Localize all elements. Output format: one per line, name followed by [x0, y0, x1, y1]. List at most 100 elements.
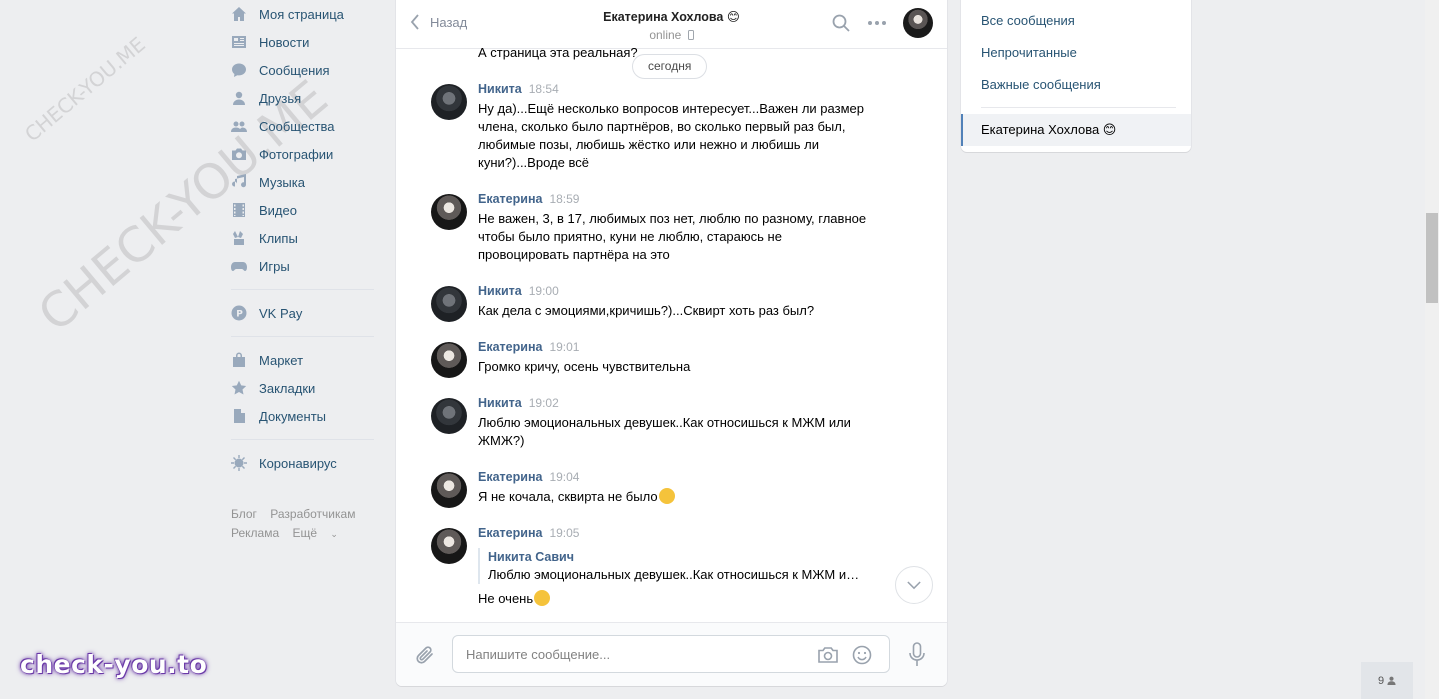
avatar[interactable] [431, 472, 467, 508]
nav-label: Музыка [259, 174, 305, 190]
avatar[interactable] [431, 286, 467, 322]
message-author[interactable]: Екатерина [478, 340, 542, 354]
filter-important[interactable]: Важные сообщения [961, 69, 1191, 101]
footer-link-blog[interactable]: Блог [231, 507, 257, 521]
message-text: Люблю эмоциональных девушек..Как относиш… [478, 415, 851, 448]
avatar[interactable] [431, 398, 467, 434]
avatar[interactable] [431, 342, 467, 378]
message-input[interactable] [453, 636, 793, 672]
message-item[interactable]: Екатерина 18:59 Не важен, 3, в 17, любимы… [396, 192, 868, 264]
message-time: 18:54 [528, 82, 559, 96]
relieved-emoji-icon [658, 488, 675, 504]
nav-item-vkpay[interactable]: P VK Pay [228, 299, 378, 327]
nav-label: Новости [259, 34, 310, 50]
more-icon[interactable] [867, 13, 887, 33]
message-item[interactable]: Никита 19:02 Люблю эмоциональных девушек.… [396, 396, 868, 450]
message-text: Я не кочала, сквирта не было [478, 488, 868, 506]
avatar[interactable] [431, 84, 467, 120]
nav-item-news[interactable]: Новости [228, 28, 378, 56]
left-navigation: Моя страница Новости Сообщения Друзья Со… [228, 0, 378, 544]
camera-icon[interactable] [817, 645, 839, 665]
watermark-small: CHECK-YOU.ME [20, 32, 150, 147]
panel-divider [981, 107, 1176, 108]
message-author[interactable]: Никита [478, 82, 522, 96]
message-author[interactable]: Екатерина [478, 470, 542, 484]
counter-value: 9 [1377, 674, 1385, 687]
footer-link-developers[interactable]: Разработчикам [270, 507, 355, 521]
smile-icon[interactable] [851, 645, 873, 665]
scrollbar-thumb[interactable] [1426, 213, 1438, 303]
message-time: 19:04 [549, 470, 580, 484]
filter-all-messages[interactable]: Все сообщения [961, 5, 1191, 37]
message-author[interactable]: Екатерина [478, 192, 542, 206]
microphone-icon[interactable] [907, 641, 927, 669]
virus-icon [231, 455, 247, 471]
nav-item-communities[interactable]: Сообщества [228, 112, 378, 140]
peer-status-text: online [649, 28, 682, 42]
message-item[interactable]: Никита 18:54 Ну да)...Ещё несколько вопро… [396, 82, 868, 172]
mobile-icon [687, 30, 694, 40]
nav-item-music[interactable]: Музыка [228, 168, 378, 196]
message-time: 19:00 [528, 284, 559, 298]
chat-header: Назад Екатерина Хохлова 😊 online [396, 0, 947, 49]
message-time: 19:02 [528, 396, 559, 410]
header-actions [815, 8, 933, 38]
filter-unread[interactable]: Непрочитанные [961, 37, 1191, 69]
nav-label: Маркет [259, 352, 304, 368]
nav-item-documents[interactable]: Документы [228, 402, 378, 430]
nav-item-video[interactable]: Видео [228, 196, 378, 224]
online-friends-counter[interactable]: 9 [1361, 662, 1413, 699]
nav-divider [231, 289, 374, 290]
nav-item-my-page[interactable]: Моя страница [228, 0, 378, 28]
avatar[interactable] [431, 194, 467, 230]
music-icon [231, 174, 247, 190]
message-input-box [452, 635, 890, 673]
nav-divider [231, 336, 374, 337]
chat-window: Назад Екатерина Хохлова 😊 online А стран… [396, 0, 947, 686]
nav-item-bookmarks[interactable]: Закладки [228, 374, 378, 402]
forwarded-message[interactable]: Никита Савич Люблю эмоциональных девушек… [478, 548, 863, 584]
date-separator: сегодня [632, 54, 708, 79]
home-icon [231, 6, 247, 22]
nav-label: Коронавирус [259, 455, 337, 471]
paperclip-icon[interactable] [414, 643, 436, 667]
nav-item-clips[interactable]: Клипы [228, 224, 378, 252]
nav-item-messages[interactable]: Сообщения [228, 56, 378, 84]
person-icon [1387, 676, 1396, 685]
message-item[interactable]: Екатерина 19:01 Громко кричу, осень чувст… [396, 340, 868, 378]
message-text-partial: А страница эта реальная? [478, 45, 638, 60]
peer-avatar[interactable] [903, 8, 933, 38]
communities-icon [231, 118, 247, 134]
footer-link-more[interactable]: Ещё ⌄ [292, 526, 347, 540]
message-text: Ну да)...Ещё несколько вопросов интересу… [478, 101, 864, 170]
nav-label: Видео [259, 202, 297, 218]
active-conversation[interactable]: Екатерина Хохлова 😊 [961, 114, 1191, 146]
footer-link-ads[interactable]: Реклама [231, 526, 279, 540]
message-author[interactable]: Никита [478, 396, 522, 410]
scroll-to-bottom-button[interactable] [895, 566, 933, 604]
video-icon [231, 202, 247, 218]
avatar[interactable] [431, 528, 467, 564]
nav-item-friends[interactable]: Друзья [228, 84, 378, 112]
message-item[interactable]: Екатерина 19:05 Никита Савич Люблю эмоцио… [396, 526, 868, 608]
message-author[interactable]: Екатерина [478, 526, 542, 540]
nav-label: Клипы [259, 230, 298, 246]
message-item[interactable]: Екатерина 19:04 Я не кочала, сквирта не б… [396, 470, 868, 508]
message-author[interactable]: Никита [478, 284, 522, 298]
search-icon[interactable] [831, 13, 851, 33]
nav-item-photos[interactable]: Фотографии [228, 140, 378, 168]
forwarded-text: Люблю эмоциональных девушек..Как относиш… [488, 567, 863, 582]
nav-item-coronavirus[interactable]: Коронавирус [228, 449, 378, 477]
message-time: 19:01 [549, 340, 580, 354]
nav-item-market[interactable]: Маркет [228, 346, 378, 374]
message-item[interactable]: Никита 19:00 Как дела с эмоциями,кричишь?… [396, 284, 868, 322]
page-scrollbar[interactable] [1425, 0, 1439, 699]
chevron-down-icon: ⌄ [330, 529, 338, 539]
footer-links: Блог Разработчикам Реклама Ещё ⌄ [228, 505, 378, 544]
nav-label: Документы [259, 408, 327, 424]
message-time: 19:05 [549, 526, 580, 540]
clips-icon [231, 230, 247, 246]
shopping-bag-icon [231, 352, 247, 368]
forwarded-author[interactable]: Никита Савич [488, 548, 863, 566]
nav-item-games[interactable]: Игры [228, 252, 378, 280]
